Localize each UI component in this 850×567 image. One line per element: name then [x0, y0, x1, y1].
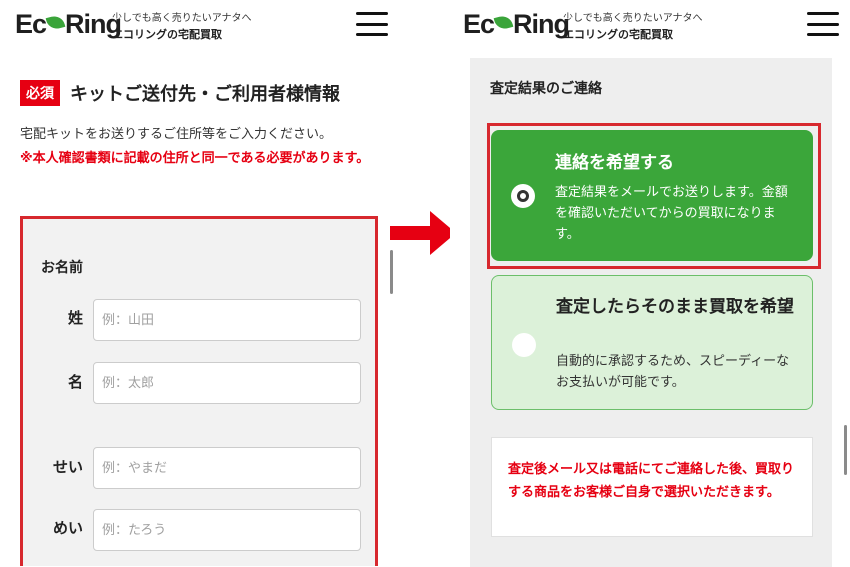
option-direct-title: 査定したらそのまま買取を希望	[556, 297, 794, 317]
header-tagline: 少しでも高く売りたいアナタへ エコリングの宅配買取	[112, 11, 252, 43]
intro-text: 宅配キットをお送りするご住所等をご入力ください。	[20, 127, 333, 142]
option-direct-description: 自動的に承認するため、スピーディーなお支払いが可能です。	[556, 354, 790, 390]
menu-bar-bottom	[356, 33, 388, 36]
required-badge: 必須	[20, 80, 60, 106]
logo-text-start: Ec	[15, 9, 47, 39]
left-screen: Ec Ring 少しでも高く売りたいアナタへ エコリングの宅配買取 必須 キットご…	[0, 0, 395, 567]
option-contact-request[interactable]: 連絡を希望する 査定結果をメールでお送りします。金額を確認いただいてからの買取に…	[491, 130, 813, 261]
hamburger-menu-icon[interactable]	[356, 12, 388, 36]
first-name-label: 名	[67, 373, 83, 391]
menu-bar-top	[807, 12, 839, 15]
name-form-highlight: お名前 姓 名 せい めい	[20, 216, 378, 566]
last-name-label: 姓	[67, 309, 83, 327]
contact-note-text: 査定後メール又は電話にてご連絡した後、買取りする商品をお客様ご自身で選択いただき…	[508, 462, 795, 500]
section-title: キットご送付先・ご利用者様情報	[70, 84, 340, 105]
radio-unselected-icon[interactable]	[512, 333, 536, 357]
option-contact-description: 査定結果をメールでお送りします。金額を確認いただいてからの買取になります。	[555, 185, 788, 242]
first-name-kana-label: めい	[53, 519, 84, 537]
logo-text-start: Ec	[463, 9, 495, 39]
result-contact-title: 査定結果のご連絡	[490, 81, 602, 97]
section-header: 必須 キットご送付先・ご利用者様情報	[20, 80, 340, 106]
hamburger-menu-icon[interactable]	[807, 12, 839, 36]
first-name-kana-input[interactable]	[93, 509, 361, 551]
menu-bar-middle	[356, 22, 388, 26]
ecoring-logo[interactable]: Ec Ring	[463, 9, 570, 40]
logo-text-end: Ring	[513, 9, 570, 39]
menu-bar-bottom	[807, 33, 839, 36]
tagline-line-2: エコリングの宅配買取	[563, 28, 673, 41]
tagline-line-2: エコリングの宅配買取	[112, 28, 222, 41]
ecoring-logo[interactable]: Ec Ring	[15, 9, 122, 40]
name-group-label: お名前	[41, 260, 83, 276]
leaf-icon	[45, 14, 66, 31]
menu-bar-middle	[807, 22, 839, 26]
first-name-input[interactable]	[93, 362, 361, 404]
option-direct-purchase[interactable]: 査定したらそのまま買取を希望 自動的に承認するため、スピーディーなお支払いが可能…	[491, 275, 813, 410]
last-name-input[interactable]	[93, 299, 361, 341]
tagline-line-1: 少しでも高く売りたいアナタへ	[112, 13, 252, 24]
menu-bar-top	[356, 12, 388, 15]
radio-selected-icon[interactable]	[511, 184, 535, 208]
right-arrow-icon	[390, 211, 456, 255]
scrollbar-thumb[interactable]	[844, 425, 847, 475]
leaf-icon	[493, 14, 514, 31]
address-notice: ※本人確認書類に記載の住所と同一である必要があります。	[20, 151, 370, 166]
last-name-kana-label: せい	[53, 458, 84, 476]
contact-note-box: 査定後メール又は電話にてご連絡した後、買取りする商品をお客様ご自身で選択いただき…	[491, 437, 813, 537]
header-tagline: 少しでも高く売りたいアナタへ エコリングの宅配買取	[563, 11, 703, 43]
right-screen: Ec Ring 少しでも高く売りたいアナタへ エコリングの宅配買取 査定結果のご連…	[450, 0, 850, 567]
last-name-kana-input[interactable]	[93, 447, 361, 489]
option-contact-title: 連絡を希望する	[555, 153, 674, 173]
tagline-line-1: 少しでも高く売りたいアナタへ	[563, 13, 703, 24]
